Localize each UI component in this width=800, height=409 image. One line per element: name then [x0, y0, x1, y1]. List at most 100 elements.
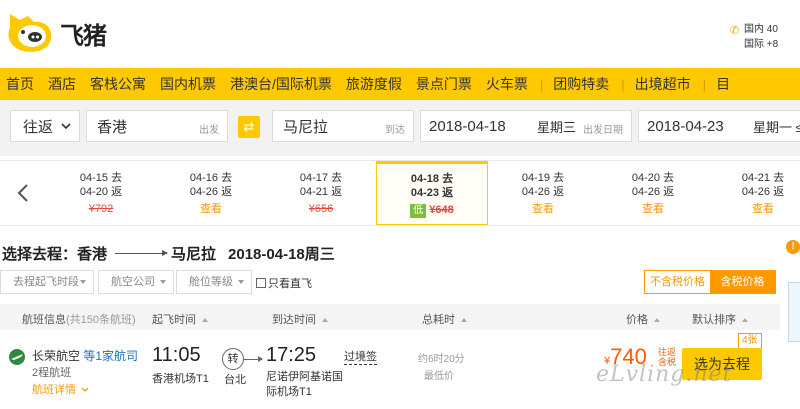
sort-price[interactable]: 价格	[626, 311, 660, 327]
nav-divider: |	[702, 76, 707, 92]
transfer-arrow-icon	[244, 356, 263, 362]
date-option[interactable]: 04-20 去 04-26 返 查看	[598, 161, 708, 225]
eva-air-logo-icon	[8, 348, 26, 366]
sort-duration[interactable]: 总耗时	[422, 311, 467, 327]
date-check-link[interactable]: 查看	[488, 202, 598, 216]
depart-airport: 香港机场T1	[152, 373, 209, 385]
swap-cities-button[interactable]: ⇄	[238, 116, 260, 138]
cabin-filter[interactable]: 舱位等级	[176, 270, 252, 294]
swap-icon: ⇄	[243, 119, 255, 134]
search-bar: 往返 香港 出发 马尼拉 到达 2018-04-18 星期三 出发日期 2018…	[0, 100, 800, 156]
hotline-domestic: 国内 40	[744, 24, 778, 35]
lowest-badge: 低	[410, 204, 427, 218]
flight-count: (共150条航班)	[66, 314, 136, 326]
date-check-link[interactable]: 查看	[156, 202, 266, 216]
nav-attractions[interactable]: 景点门票	[410, 68, 480, 100]
to-city-input[interactable]: 马尼拉 到达	[272, 110, 414, 142]
fliggy-logo-icon	[4, 10, 56, 56]
logo[interactable]: 飞猪	[4, 10, 107, 56]
date-option[interactable]: 04-21 去 04-26 返 查看	[708, 161, 800, 225]
info-icon[interactable]: !	[786, 240, 800, 254]
direct-only-checkbox[interactable]: 只看直飞	[256, 275, 312, 291]
date-option[interactable]: 04-17 去 04-21 返 ¥656	[266, 161, 376, 225]
nav-hotel[interactable]: 酒店	[42, 68, 84, 100]
date-back: 04-23 返	[410, 187, 454, 199]
tickets-left-badge: 4张	[738, 333, 762, 349]
depart-time-filter[interactable]: 去程起飞时段	[0, 270, 94, 294]
phone-icon: ✆	[730, 25, 740, 37]
sort-up-icon	[742, 318, 748, 323]
side-ad[interactable]	[788, 282, 800, 342]
trip-type-select[interactable]: 往返	[10, 110, 80, 142]
return-date-input[interactable]: 2018-04-23 星期一 ≤	[638, 110, 800, 142]
header: 飞猪 ✆ 国内 40 国际 +8	[0, 0, 800, 68]
caret-down-icon	[160, 280, 166, 284]
prev-dates-button[interactable]	[0, 161, 46, 225]
legs-count: 2程航班	[32, 367, 72, 379]
sort-up-icon	[461, 318, 467, 323]
tax-price-toggle: 不含税价格 含税价格	[644, 270, 776, 294]
nav-divider: |	[539, 76, 544, 92]
date-check-link[interactable]: 查看	[708, 202, 800, 216]
airline-label: 长荣航空	[32, 349, 81, 363]
nav-train[interactable]: 火车票	[480, 68, 536, 100]
nav-domestic-flights[interactable]: 国内机票	[154, 68, 224, 100]
sort-depart-time[interactable]: 起飞时间	[152, 311, 208, 327]
tax-included-option[interactable]: 含税价格	[710, 271, 775, 293]
nav-divider: |	[621, 76, 625, 92]
th-default-sort-label: 默认排序	[692, 314, 736, 326]
date-option[interactable]: 04-15 去 04-20 返 ¥792	[46, 161, 156, 225]
date-go: 04-16 去	[189, 172, 233, 184]
caret-down-icon	[80, 280, 86, 284]
date-check-link[interactable]: 查看	[598, 202, 708, 216]
caret-down-icon	[238, 280, 244, 284]
price-note-roundtrip: 往返	[658, 347, 677, 357]
cabin-filter-label: 舱位等级	[189, 276, 233, 288]
date-back: 04-20 返	[79, 186, 123, 198]
direct-only-label: 只看直飞	[268, 278, 312, 290]
th-arrive-label: 到达时间	[272, 314, 316, 326]
route-destination: 马尼拉	[171, 246, 217, 263]
depart-date-value: 2018-04-18	[429, 117, 506, 135]
sort-up-icon	[654, 318, 660, 323]
sort-arrive-time[interactable]: 到达时间	[272, 311, 328, 327]
return-weekday: 星期一 ≤	[753, 119, 800, 135]
route-date: 2018-04-18周三	[228, 246, 335, 263]
transfer-badge: 转	[222, 348, 244, 370]
date-option-selected[interactable]: 04-18 去 04-23 返 低 ¥648	[376, 161, 488, 225]
nav-inn[interactable]: 客栈公寓	[84, 68, 154, 100]
nav-intl-flights[interactable]: 港澳台/国际机票	[224, 68, 340, 100]
th-depart-label: 起飞时间	[152, 314, 196, 326]
nav-duty-free[interactable]: 出境超市	[629, 68, 699, 100]
date-carousel: 04-15 去 04-20 返 ¥792 04-16 去 04-26 返 查看 …	[0, 160, 800, 226]
sort-default[interactable]: 默认排序	[692, 311, 748, 327]
date-back: 04-26 返	[741, 186, 785, 198]
date-option[interactable]: 04-19 去 04-26 返 查看	[488, 161, 598, 225]
transit-visa-link[interactable]: 过境签	[344, 348, 377, 365]
hotline: ✆ 国内 40 国际 +8	[730, 22, 778, 52]
from-city-value: 香港	[97, 118, 128, 136]
nav-destinations[interactable]: 目	[710, 68, 738, 100]
date-price: ¥792	[88, 203, 114, 215]
route-origin: 选择去程：香港	[2, 246, 108, 263]
nav-home[interactable]: 首页	[0, 68, 42, 100]
date-go: 04-21 去	[741, 172, 785, 184]
watermark: eLvling.net	[596, 362, 733, 387]
flight-detail-link[interactable]: 航班详情	[32, 381, 89, 397]
logo-text: 飞猪	[60, 21, 107, 50]
checkbox-icon[interactable]	[256, 278, 266, 288]
nav-group-buy[interactable]: 团购特卖	[547, 68, 617, 100]
airline-filter[interactable]: 航空公司	[98, 270, 174, 294]
from-city-input[interactable]: 香港 出发	[86, 110, 228, 142]
more-airlines-link[interactable]: 等1家航司	[83, 349, 138, 363]
depart-date-input[interactable]: 2018-04-18 星期三 出发日期	[420, 110, 632, 142]
nav-vacation[interactable]: 旅游度假	[340, 68, 410, 100]
to-hint: 到达	[385, 125, 405, 136]
return-date-value: 2018-04-23	[647, 117, 724, 135]
lowest-price-tag: 最低价	[424, 371, 454, 382]
date-price: ¥648	[429, 204, 454, 216]
tax-excluded-option[interactable]: 不含税价格	[645, 271, 710, 293]
date-option[interactable]: 04-16 去 04-26 返 查看	[156, 161, 266, 225]
date-back: 04-26 返	[189, 186, 233, 198]
arrive-airport: 尼诺伊阿基诺国际机场T1	[266, 371, 343, 398]
